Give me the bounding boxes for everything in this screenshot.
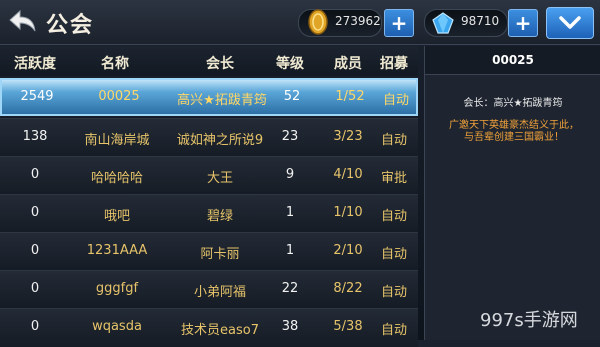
activity-cell: 0 — [30, 319, 40, 334]
col-name: 名称 — [101, 56, 129, 72]
guild-name-cell: wqasda — [92, 319, 142, 334]
guild-name-cell: 哦吧 — [103, 209, 130, 224]
members-cell: 3/23 — [333, 129, 363, 144]
leader-cell: 大王 — [206, 171, 233, 186]
activity-cell: 0 — [30, 243, 40, 258]
recruit-cell: 自动 — [380, 285, 407, 300]
members-cell: 4/10 — [333, 167, 363, 182]
recruit-cell: 自动 — [380, 323, 407, 338]
recruit-cell: 自动 — [380, 247, 407, 262]
level-cell: 1 — [285, 205, 295, 220]
gem-amount: 98710 — [461, 14, 500, 28]
table-row[interactable]: 0 哦吧 碧绿 1 1/10 自动 — [0, 194, 418, 233]
back-arrow-icon — [9, 9, 36, 32]
table-row[interactable]: 0 哈哈哈哈 大王 9 4/10 审批 — [0, 156, 418, 195]
add-gold-button[interactable]: + — [384, 9, 414, 37]
leader-cell: 碧绿 — [206, 209, 233, 224]
recruit-cell: 审批 — [380, 171, 407, 186]
activity-cell: 0 — [30, 281, 40, 296]
plus-icon: + — [390, 11, 408, 35]
detail-leader: 会长：高兴★拓跋青筠 — [463, 98, 563, 109]
table-row[interactable]: 0 wqasda 技术员easo7 38 5/38 自动 — [0, 308, 418, 347]
activity-cell: 0 — [30, 205, 40, 220]
activity-cell: 0 — [30, 167, 40, 182]
gold-amount: 273962 — [335, 14, 381, 28]
back-button[interactable] — [6, 6, 40, 36]
guild-name-cell: 南山海岸城 — [84, 133, 150, 148]
col-leader: 会长 — [206, 56, 234, 72]
guild-name-cell: gggfgf — [95, 281, 139, 296]
level-cell: 9 — [285, 167, 295, 182]
add-gem-button[interactable]: + — [508, 9, 538, 37]
members-cell: 5/38 — [333, 319, 363, 334]
col-level: 等级 — [276, 56, 304, 72]
gold-counter: 273962 — [298, 9, 382, 37]
recruit-cell: 自动 — [382, 93, 409, 108]
col-members: 成员 — [334, 56, 362, 72]
leader-cell: 诚如神之所说9 — [176, 133, 264, 148]
table-row[interactable]: 0 1231AAA 阿卡丽 1 2/10 自动 — [0, 232, 418, 271]
detail-guild-id: 00025 — [425, 46, 600, 75]
members-cell: 1/10 — [333, 205, 363, 220]
level-cell: 38 — [281, 319, 299, 334]
plus-icon: + — [514, 11, 532, 35]
activity-cell: 2549 — [20, 89, 54, 104]
recruit-cell: 自动 — [380, 133, 407, 148]
top-bar: 公会 273962 + 98710 + — [0, 0, 600, 45]
members-cell: 1/52 — [335, 89, 365, 104]
watermark: 997s手游网 — [480, 310, 578, 331]
level-cell: 52 — [283, 89, 301, 104]
leader-cell: 小弟阿福 — [193, 285, 246, 300]
table-header: 活跃度 名称 会长 等级 成员 招募 — [0, 46, 418, 76]
gold-coin-icon — [308, 9, 328, 35]
leader-cell: 技术员easo7 — [181, 323, 259, 338]
table-row[interactable]: 2549 00025 高兴★拓跋青筠 52 1/52 自动 — [0, 78, 418, 116]
guild-table: 活跃度 名称 会长 等级 成员 招募 2549 00025 高兴★拓跋青筠 52… — [0, 46, 418, 347]
level-cell: 1 — [285, 243, 295, 258]
guild-name-cell: 00025 — [98, 89, 140, 104]
gem-icon — [432, 12, 454, 34]
chevron-down-icon — [559, 16, 581, 29]
members-cell: 8/22 — [333, 281, 363, 296]
activity-cell: 138 — [22, 129, 48, 144]
guild-notice: 广邀天下英雄豪杰结义于此，与吾辈创建三国霸业！ — [449, 120, 579, 143]
table-row[interactable]: 0 gggfgf 小弟阿福 22 8/22 自动 — [0, 270, 418, 309]
page-title: 公会 — [46, 13, 95, 38]
leader-cell: 阿卡丽 — [200, 247, 240, 262]
level-cell: 22 — [281, 281, 299, 296]
col-recruit: 招募 — [380, 56, 408, 72]
guild-detail-panel: 00025 会长：高兴★拓跋青筠 广邀天下英雄豪杰结义于此，与吾辈创建三国霸业！ — [424, 46, 600, 340]
menu-button[interactable] — [546, 7, 594, 39]
members-cell: 2/10 — [333, 243, 363, 258]
col-activity: 活跃度 — [14, 56, 56, 72]
guild-name-cell: 1231AAA — [86, 243, 148, 258]
recruit-cell: 自动 — [380, 209, 407, 224]
table-row[interactable]: 138 南山海岸城 诚如神之所说9 23 3/23 自动 — [0, 118, 418, 157]
level-cell: 23 — [281, 129, 299, 144]
leader-cell: 高兴★拓跋青筠 — [177, 93, 267, 108]
guild-name-cell: 哈哈哈哈 — [90, 171, 143, 186]
gem-counter: 98710 — [424, 9, 508, 37]
